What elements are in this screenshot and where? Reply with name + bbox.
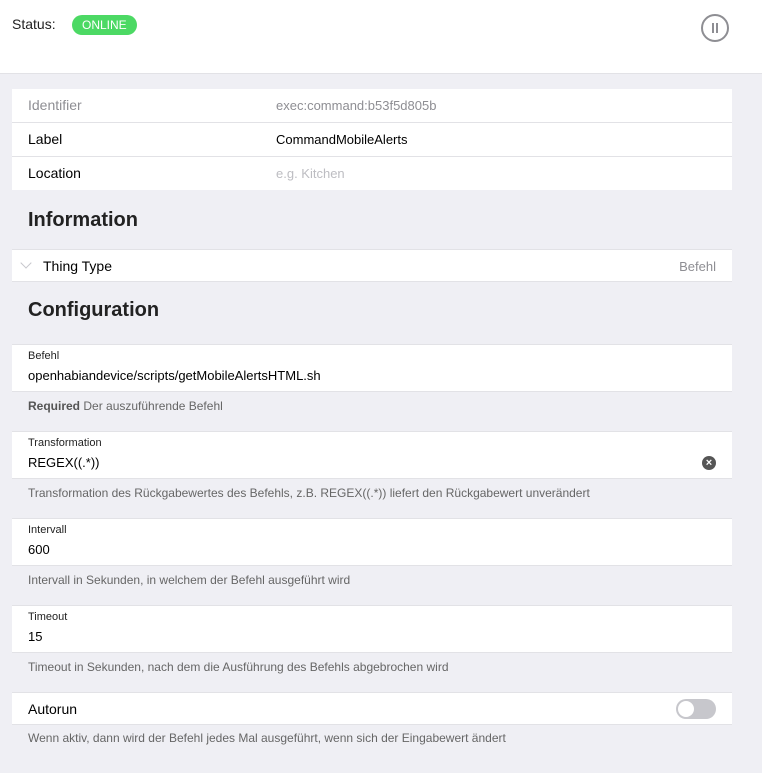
befehl-field[interactable]: Befehl openhabiandevice/scripts/getMobil… bbox=[12, 344, 732, 392]
autorun-toggle[interactable] bbox=[676, 699, 716, 719]
status-badge: ONLINE bbox=[72, 15, 137, 35]
autorun-help: Wenn aktiv, dann wird der Befehl jedes M… bbox=[28, 731, 506, 745]
status-bar: Status: ONLINE bbox=[0, 0, 762, 74]
intervall-help: Intervall in Sekunden, in welchem der Be… bbox=[28, 573, 351, 587]
intervall-field[interactable]: Intervall 600 bbox=[12, 518, 732, 566]
transformation-input[interactable]: REGEX((.*)) bbox=[28, 455, 100, 470]
configuration-title: Configuration bbox=[28, 299, 160, 321]
transformation-field[interactable]: Transformation REGEX((.*)) × bbox=[12, 431, 732, 479]
intervall-label: Intervall bbox=[28, 524, 67, 536]
identifier-value: exec:command:b53f5d805b bbox=[276, 98, 437, 113]
thing-details-list: Identifier exec:command:b53f5d805b Label… bbox=[12, 89, 732, 190]
clear-icon[interactable]: × bbox=[702, 456, 716, 470]
thing-type-label: Thing Type bbox=[43, 258, 113, 274]
intervall-input[interactable]: 600 bbox=[28, 542, 50, 557]
thing-type-row[interactable]: Thing Type Befehl bbox=[12, 249, 732, 282]
autorun-label: Autorun bbox=[28, 701, 78, 717]
status-label: Status: bbox=[12, 16, 56, 32]
location-label: Location bbox=[28, 165, 81, 181]
autorun-row: Autorun bbox=[12, 692, 732, 725]
transformation-help: Transformation des Rückgabewertes des Be… bbox=[28, 486, 590, 500]
chevron-down-icon bbox=[20, 257, 32, 269]
pause-icon bbox=[712, 23, 714, 33]
timeout-label: Timeout bbox=[28, 611, 68, 623]
identifier-row: Identifier exec:command:b53f5d805b bbox=[12, 89, 732, 123]
transformation-label: Transformation bbox=[28, 437, 102, 449]
pause-button[interactable] bbox=[701, 14, 729, 42]
identifier-label: Identifier bbox=[28, 97, 82, 113]
label-row[interactable]: Label CommandMobileAlerts bbox=[12, 123, 732, 157]
label-input[interactable]: CommandMobileAlerts bbox=[276, 132, 408, 147]
toggle-knob bbox=[678, 701, 694, 717]
information-title: Information bbox=[28, 209, 138, 231]
befehl-label: Befehl bbox=[28, 350, 60, 362]
timeout-help: Timeout in Sekunden, nach dem die Ausfüh… bbox=[28, 660, 449, 674]
befehl-help: Required Der auszuführende Befehl bbox=[28, 399, 223, 413]
timeout-input[interactable]: 15 bbox=[28, 629, 42, 644]
befehl-input[interactable]: openhabiandevice/scripts/getMobileAlerts… bbox=[28, 368, 321, 383]
thing-type-value: Befehl bbox=[679, 259, 716, 274]
befehl-help-text: Der auszuführende Befehl bbox=[83, 399, 223, 413]
label-label: Label bbox=[28, 131, 63, 147]
required-label: Required bbox=[28, 399, 81, 413]
location-row[interactable]: Location e.g. Kitchen bbox=[12, 157, 732, 190]
timeout-field[interactable]: Timeout 15 bbox=[12, 605, 732, 653]
location-input[interactable]: e.g. Kitchen bbox=[276, 166, 345, 181]
